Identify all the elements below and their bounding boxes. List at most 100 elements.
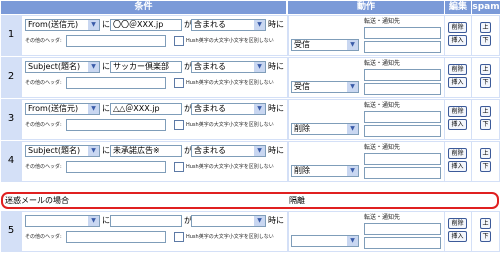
action-select[interactable]: 受信 ▼ — [291, 81, 359, 93]
forward-label: 転送・通知先 — [364, 214, 401, 221]
other-header-input[interactable] — [66, 35, 166, 47]
chevron-down-icon: ▼ — [88, 216, 99, 226]
other-header-input[interactable] — [66, 161, 166, 173]
forward-label: 転送・通知先 — [364, 144, 401, 151]
condition-header: 条件 — [1, 1, 286, 14]
case-insensitive-checkbox[interactable] — [174, 78, 184, 88]
match-type-select-value: 含まれる — [194, 62, 226, 71]
case-insensitive-checkbox[interactable] — [174, 120, 184, 130]
header-field-select[interactable]: ▼ — [25, 215, 100, 227]
action-select[interactable]: 受信 ▼ — [291, 39, 359, 51]
delete-button[interactable]: 削除 — [448, 64, 467, 75]
insert-button[interactable]: 挿入 — [448, 231, 467, 242]
action-select-value: 受信 — [294, 82, 310, 91]
move-down-button[interactable]: 下 — [480, 119, 491, 130]
ni-label: に — [102, 104, 110, 113]
action-select[interactable]: 削除 ▼ — [291, 165, 359, 177]
insert-button[interactable]: 挿入 — [448, 119, 467, 130]
ji-label: 時に — [268, 146, 284, 155]
row-number: 5 — [7, 225, 15, 236]
match-value-input[interactable]: 〇〇＠XXX.jp — [110, 19, 182, 31]
match-value-input[interactable]: サッカー倶楽部 — [110, 61, 182, 73]
forward-input-1[interactable] — [364, 153, 441, 165]
delete-button[interactable]: 削除 — [448, 218, 467, 229]
chevron-down-icon: ▼ — [254, 62, 265, 72]
forward-input-1[interactable] — [364, 223, 441, 235]
forward-input-2[interactable] — [364, 83, 441, 95]
chevron-down-icon: ▼ — [88, 104, 99, 114]
forward-input-2[interactable] — [364, 237, 441, 249]
header-field-select[interactable]: From(送信元) ▼ — [25, 19, 100, 31]
case-insensitive-checkbox[interactable] — [174, 162, 184, 172]
insert-button[interactable]: 挿入 — [448, 77, 467, 88]
ji-label: 時に — [268, 62, 284, 71]
forward-input-1[interactable] — [364, 69, 441, 81]
header-field-select-value: From(送信元) — [28, 104, 79, 113]
ni-label: に — [102, 20, 110, 29]
move-up-button[interactable]: 上 — [480, 106, 491, 117]
ji-label: 時に — [268, 216, 284, 225]
match-type-select-value: 含まれる — [194, 20, 226, 29]
forward-input-2[interactable] — [364, 125, 441, 137]
other-header-label: その他のヘッダ: — [25, 234, 62, 240]
match-type-select[interactable]: 含まれる ▼ — [191, 19, 266, 31]
match-type-select[interactable]: ▼ — [191, 215, 266, 227]
move-up-button[interactable]: 上 — [480, 218, 491, 229]
chevron-down-icon: ▼ — [347, 82, 358, 92]
action-select[interactable]: ▼ — [291, 235, 359, 247]
delete-button[interactable]: 削除 — [448, 22, 467, 33]
move-up-button[interactable]: 上 — [480, 148, 491, 159]
action-select[interactable]: 削除 ▼ — [291, 123, 359, 135]
ji-label: 時に — [268, 20, 284, 29]
action-header: 動作 — [288, 1, 444, 14]
delete-button[interactable]: 削除 — [448, 148, 467, 159]
header-field-select[interactable]: From(送信元) ▼ — [25, 103, 100, 115]
header-field-select-value: Subject(題名) — [28, 62, 81, 71]
match-type-select[interactable]: 含まれる ▼ — [191, 103, 266, 115]
move-down-button[interactable]: 下 — [480, 161, 491, 172]
row-number: 2 — [7, 71, 15, 82]
case-insensitive-checkbox[interactable] — [174, 232, 184, 242]
chevron-down-icon: ▼ — [347, 124, 358, 134]
forward-input-1[interactable] — [364, 27, 441, 39]
case-insensitive-checkbox[interactable] — [174, 36, 184, 46]
move-up-button[interactable]: 上 — [480, 22, 491, 33]
match-type-select-value: 含まれる — [194, 104, 226, 113]
header-field-select-value: From(送信元) — [28, 20, 79, 29]
match-value-input[interactable]: 未承諾広告※ — [110, 145, 182, 157]
case-insensitive-label: Hush英字の大文字小文字を区別しない — [186, 164, 274, 170]
forward-input-2[interactable] — [364, 41, 441, 53]
match-value-input[interactable] — [110, 215, 182, 227]
other-header-label: その他のヘッダ: — [25, 164, 62, 170]
insert-button[interactable]: 挿入 — [448, 35, 467, 46]
match-type-select[interactable]: 含まれる ▼ — [191, 61, 266, 73]
insert-button[interactable]: 挿入 — [448, 161, 467, 172]
match-type-select[interactable]: 含まれる ▼ — [191, 145, 266, 157]
case-insensitive-label: Hush英字の大文字小文字を区別しない — [186, 122, 274, 128]
chevron-down-icon: ▼ — [88, 146, 99, 156]
chevron-down-icon: ▼ — [254, 216, 265, 226]
match-value-input[interactable]: △△＠XXX.jp — [110, 103, 182, 115]
spam-header: spam — [472, 1, 500, 14]
move-up-button[interactable]: 上 — [480, 64, 491, 75]
action-select-value: 削除 — [294, 166, 310, 175]
move-down-button[interactable]: 下 — [480, 35, 491, 46]
header-field-select[interactable]: Subject(題名) ▼ — [25, 61, 100, 73]
forward-input-1[interactable] — [364, 111, 441, 123]
delete-button[interactable]: 削除 — [448, 106, 467, 117]
move-down-button[interactable]: 下 — [480, 231, 491, 242]
header-field-select[interactable]: Subject(題名) ▼ — [25, 145, 100, 157]
row-number: 4 — [7, 155, 15, 166]
forward-input-2[interactable] — [364, 167, 441, 179]
other-header-input[interactable] — [66, 231, 166, 243]
other-header-input[interactable] — [66, 119, 166, 131]
other-header-input[interactable] — [66, 77, 166, 89]
chevron-down-icon: ▼ — [254, 20, 265, 30]
chevron-down-icon: ▼ — [88, 62, 99, 72]
forward-label: 転送・通知先 — [364, 18, 401, 25]
chevron-down-icon: ▼ — [254, 104, 265, 114]
chevron-down-icon: ▼ — [347, 40, 358, 50]
spam-mail-label: 迷惑メールの場合 — [5, 196, 69, 205]
move-down-button[interactable]: 下 — [480, 77, 491, 88]
spam-mail-row: 迷惑メールの場合 隔離 — [1, 192, 499, 209]
